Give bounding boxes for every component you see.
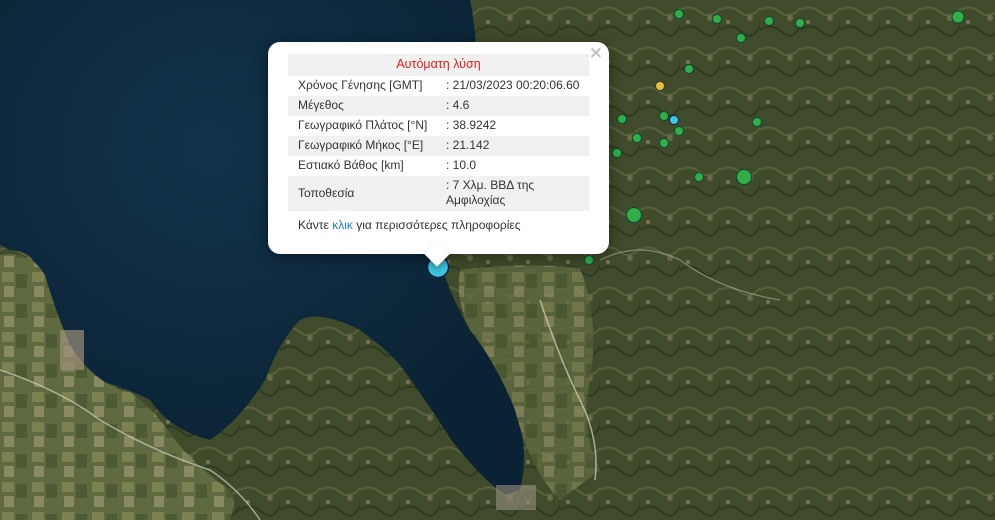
table-row: Μέγεθος : 4.6 xyxy=(288,96,589,116)
earthquake-marker[interactable] xyxy=(951,10,965,24)
earthquake-marker[interactable] xyxy=(684,64,694,74)
town-area xyxy=(60,330,84,370)
row-value: : 38.9242 xyxy=(446,118,497,132)
table-row: Εστιακό Βάθος [km] : 10.0 xyxy=(288,156,589,176)
earthquake-marker[interactable] xyxy=(612,148,622,158)
table-row: Γεωγραφικό Μήκος [°E] : 21.142 xyxy=(288,136,589,156)
table-row: Τοποθεσία : 7 Χλμ. ΒΒΔ της Αμφιλοχίας xyxy=(288,176,589,211)
earthquake-marker[interactable] xyxy=(659,138,669,148)
earthquake-details-table: Αυτόματη λύση Χρόνος Γένησης [GMT] : 21/… xyxy=(288,54,589,211)
row-label: Τοποθεσία xyxy=(288,176,444,211)
row-value: : 7 Χλμ. ΒΒΔ της Αμφιλοχίας xyxy=(444,176,589,211)
row-label: Γεωγραφικό Μήκος [°E] xyxy=(288,136,444,156)
earthquake-marker[interactable] xyxy=(626,207,642,223)
earthquake-marker[interactable] xyxy=(712,14,722,24)
row-label: Γεωγραφικό Πλάτος [°N] xyxy=(298,118,428,132)
earthquake-marker[interactable] xyxy=(795,18,805,28)
popup-content: Αυτόματη λύση Χρόνος Γένησης [GMT] : 21/… xyxy=(288,54,589,232)
popup-header: Αυτόματη λύση xyxy=(288,54,589,76)
earthquake-marker[interactable] xyxy=(669,115,679,125)
more-info-line: Κάντε κλικ για περισσότερες πληροφορίες xyxy=(288,211,589,232)
earthquake-marker[interactable] xyxy=(736,169,752,185)
row-label: Εστιακό Βάθος [km] xyxy=(298,158,404,172)
earthquake-marker[interactable] xyxy=(694,172,704,182)
row-label: Χρόνος Γένησης [GMT] xyxy=(298,78,423,92)
popup-header-row: Αυτόματη λύση xyxy=(288,54,589,76)
row-value: : 21/03/2023 00:20:06.60 xyxy=(446,78,580,92)
close-icon[interactable]: × xyxy=(589,44,603,62)
earthquake-marker[interactable] xyxy=(655,81,665,91)
earthquake-marker[interactable] xyxy=(764,16,774,26)
table-row: Γεωγραφικό Πλάτος [°N] : 38.9242 xyxy=(288,116,589,136)
row-value: : 10.0 xyxy=(446,158,477,172)
row-label: Μέγεθος xyxy=(288,96,444,116)
earthquake-marker[interactable] xyxy=(752,117,762,127)
more-info-link[interactable]: κλικ xyxy=(332,218,353,232)
earthquake-marker[interactable] xyxy=(632,133,642,143)
earthquake-marker[interactable] xyxy=(736,33,746,43)
earthquake-marker[interactable] xyxy=(617,114,627,124)
town-area xyxy=(496,485,536,510)
earthquake-info-popup: × Αυτόματη λύση Χρόνος Γένησης [GMT] : 2… xyxy=(268,42,609,267)
more-info-prefix: Κάντε xyxy=(298,218,333,232)
earthquake-marker[interactable] xyxy=(674,126,684,136)
more-info-suffix: για περισσότερες πληροφορίες xyxy=(352,218,521,232)
row-value: : 21.142 xyxy=(444,136,589,156)
earthquake-marker[interactable] xyxy=(659,111,669,121)
row-value: : 4.6 xyxy=(444,96,589,116)
earthquake-marker[interactable] xyxy=(584,255,594,265)
earthquake-marker[interactable] xyxy=(674,9,684,19)
table-row: Χρόνος Γένησης [GMT] : 21/03/2023 00:20:… xyxy=(288,76,589,96)
